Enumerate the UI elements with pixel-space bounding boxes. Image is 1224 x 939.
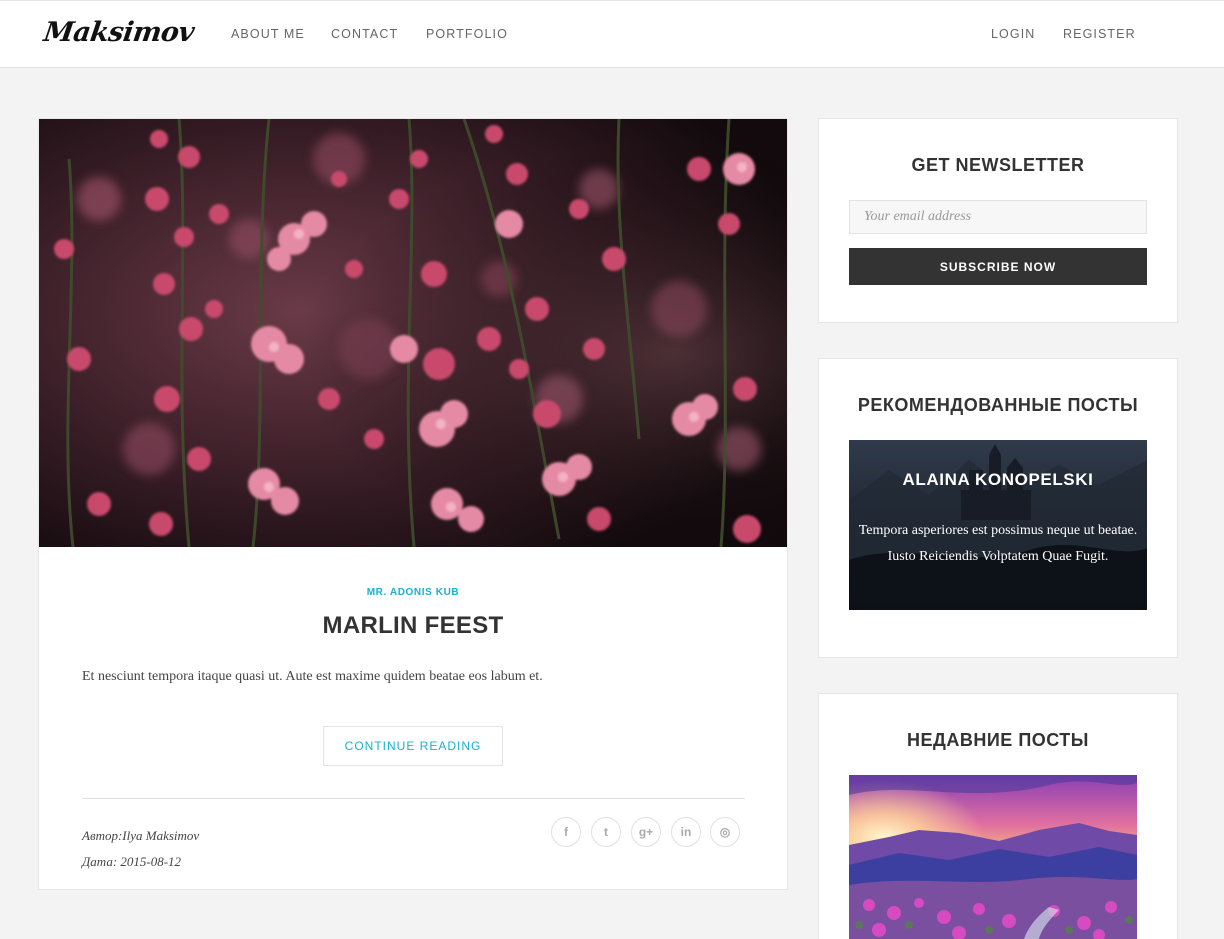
- post-title[interactable]: MARLIN FEEST: [39, 612, 787, 640]
- recent-post-image[interactable]: [849, 775, 1137, 939]
- nav-link-login[interactable]: LOGIN: [991, 27, 1035, 41]
- nav-link-about-me[interactable]: ABOUT ME: [231, 27, 305, 41]
- post-card: MR. ADONIS KUB MARLIN FEEST Et nesciunt …: [38, 118, 788, 890]
- nav-link-register[interactable]: REGISTER: [1063, 27, 1136, 41]
- email-input[interactable]: [849, 200, 1147, 234]
- google-plus-icon[interactable]: g+: [631, 817, 661, 847]
- recommended-posts-title: РЕКОМЕНДОВАННЫЕ ПОСТЫ: [857, 395, 1139, 415]
- newsletter-title: GET NEWSLETTER: [911, 155, 1085, 175]
- post-excerpt: Et nesciunt tempora itaque quasi ut. Aut…: [82, 669, 543, 684]
- twitter-icon[interactable]: t: [591, 817, 621, 847]
- top-navbar: Maksimov ABOUT ME CONTACT PORTFOLIO LOGI…: [0, 0, 1224, 68]
- post-date: Дата: 2015-08-12: [82, 854, 182, 869]
- subscribe-button[interactable]: SUBSCRIBE NOW: [849, 248, 1147, 285]
- recommended-post-name: ALAINA KONOPELSKI: [902, 470, 1094, 489]
- recommended-post-text-line-1: Tempora asperiores est possimus neque ut…: [858, 523, 1138, 538]
- nav-link-portfolio[interactable]: PORTFOLIO: [426, 27, 508, 41]
- newsletter-widget: GET NEWSLETTER SUBSCRIBE NOW: [818, 118, 1178, 323]
- continue-reading-button[interactable]: CONTINUE READING: [323, 726, 503, 766]
- instagram-icon[interactable]: ◎: [710, 817, 740, 847]
- linkedin-icon[interactable]: in: [671, 817, 701, 847]
- recommended-post-text-line-2: Iusto Reiciendis Volptatem Quae Fugit.: [887, 549, 1109, 564]
- post-divider: [82, 798, 745, 799]
- facebook-icon[interactable]: f: [551, 817, 581, 847]
- mountain-sunset-image: [849, 775, 1137, 939]
- recent-posts-widget: НЕДАВНИЕ ПОСТЫ: [818, 693, 1178, 939]
- recommended-posts-widget: РЕКОМЕНДОВАННЫЕ ПОСТЫ ALAINA KONOPELSKI: [818, 358, 1178, 658]
- post-author: Автор:Ilya Maksimov: [82, 828, 200, 843]
- site-logo[interactable]: Maksimov: [42, 17, 196, 48]
- post-featured-image[interactable]: [39, 119, 787, 547]
- recommended-post-text: Tempora asperiores est possimus neque ut…: [849, 518, 1147, 570]
- nav-link-contact[interactable]: CONTACT: [331, 27, 398, 41]
- cherry-blossom-photo: [39, 119, 787, 547]
- recommended-post-card[interactable]: ALAINA KONOPELSKI Tempora asperiores est…: [849, 440, 1147, 610]
- post-category[interactable]: MR. ADONIS KUB: [39, 587, 787, 598]
- recent-posts-title: НЕДАВНИЕ ПОСТЫ: [907, 730, 1089, 750]
